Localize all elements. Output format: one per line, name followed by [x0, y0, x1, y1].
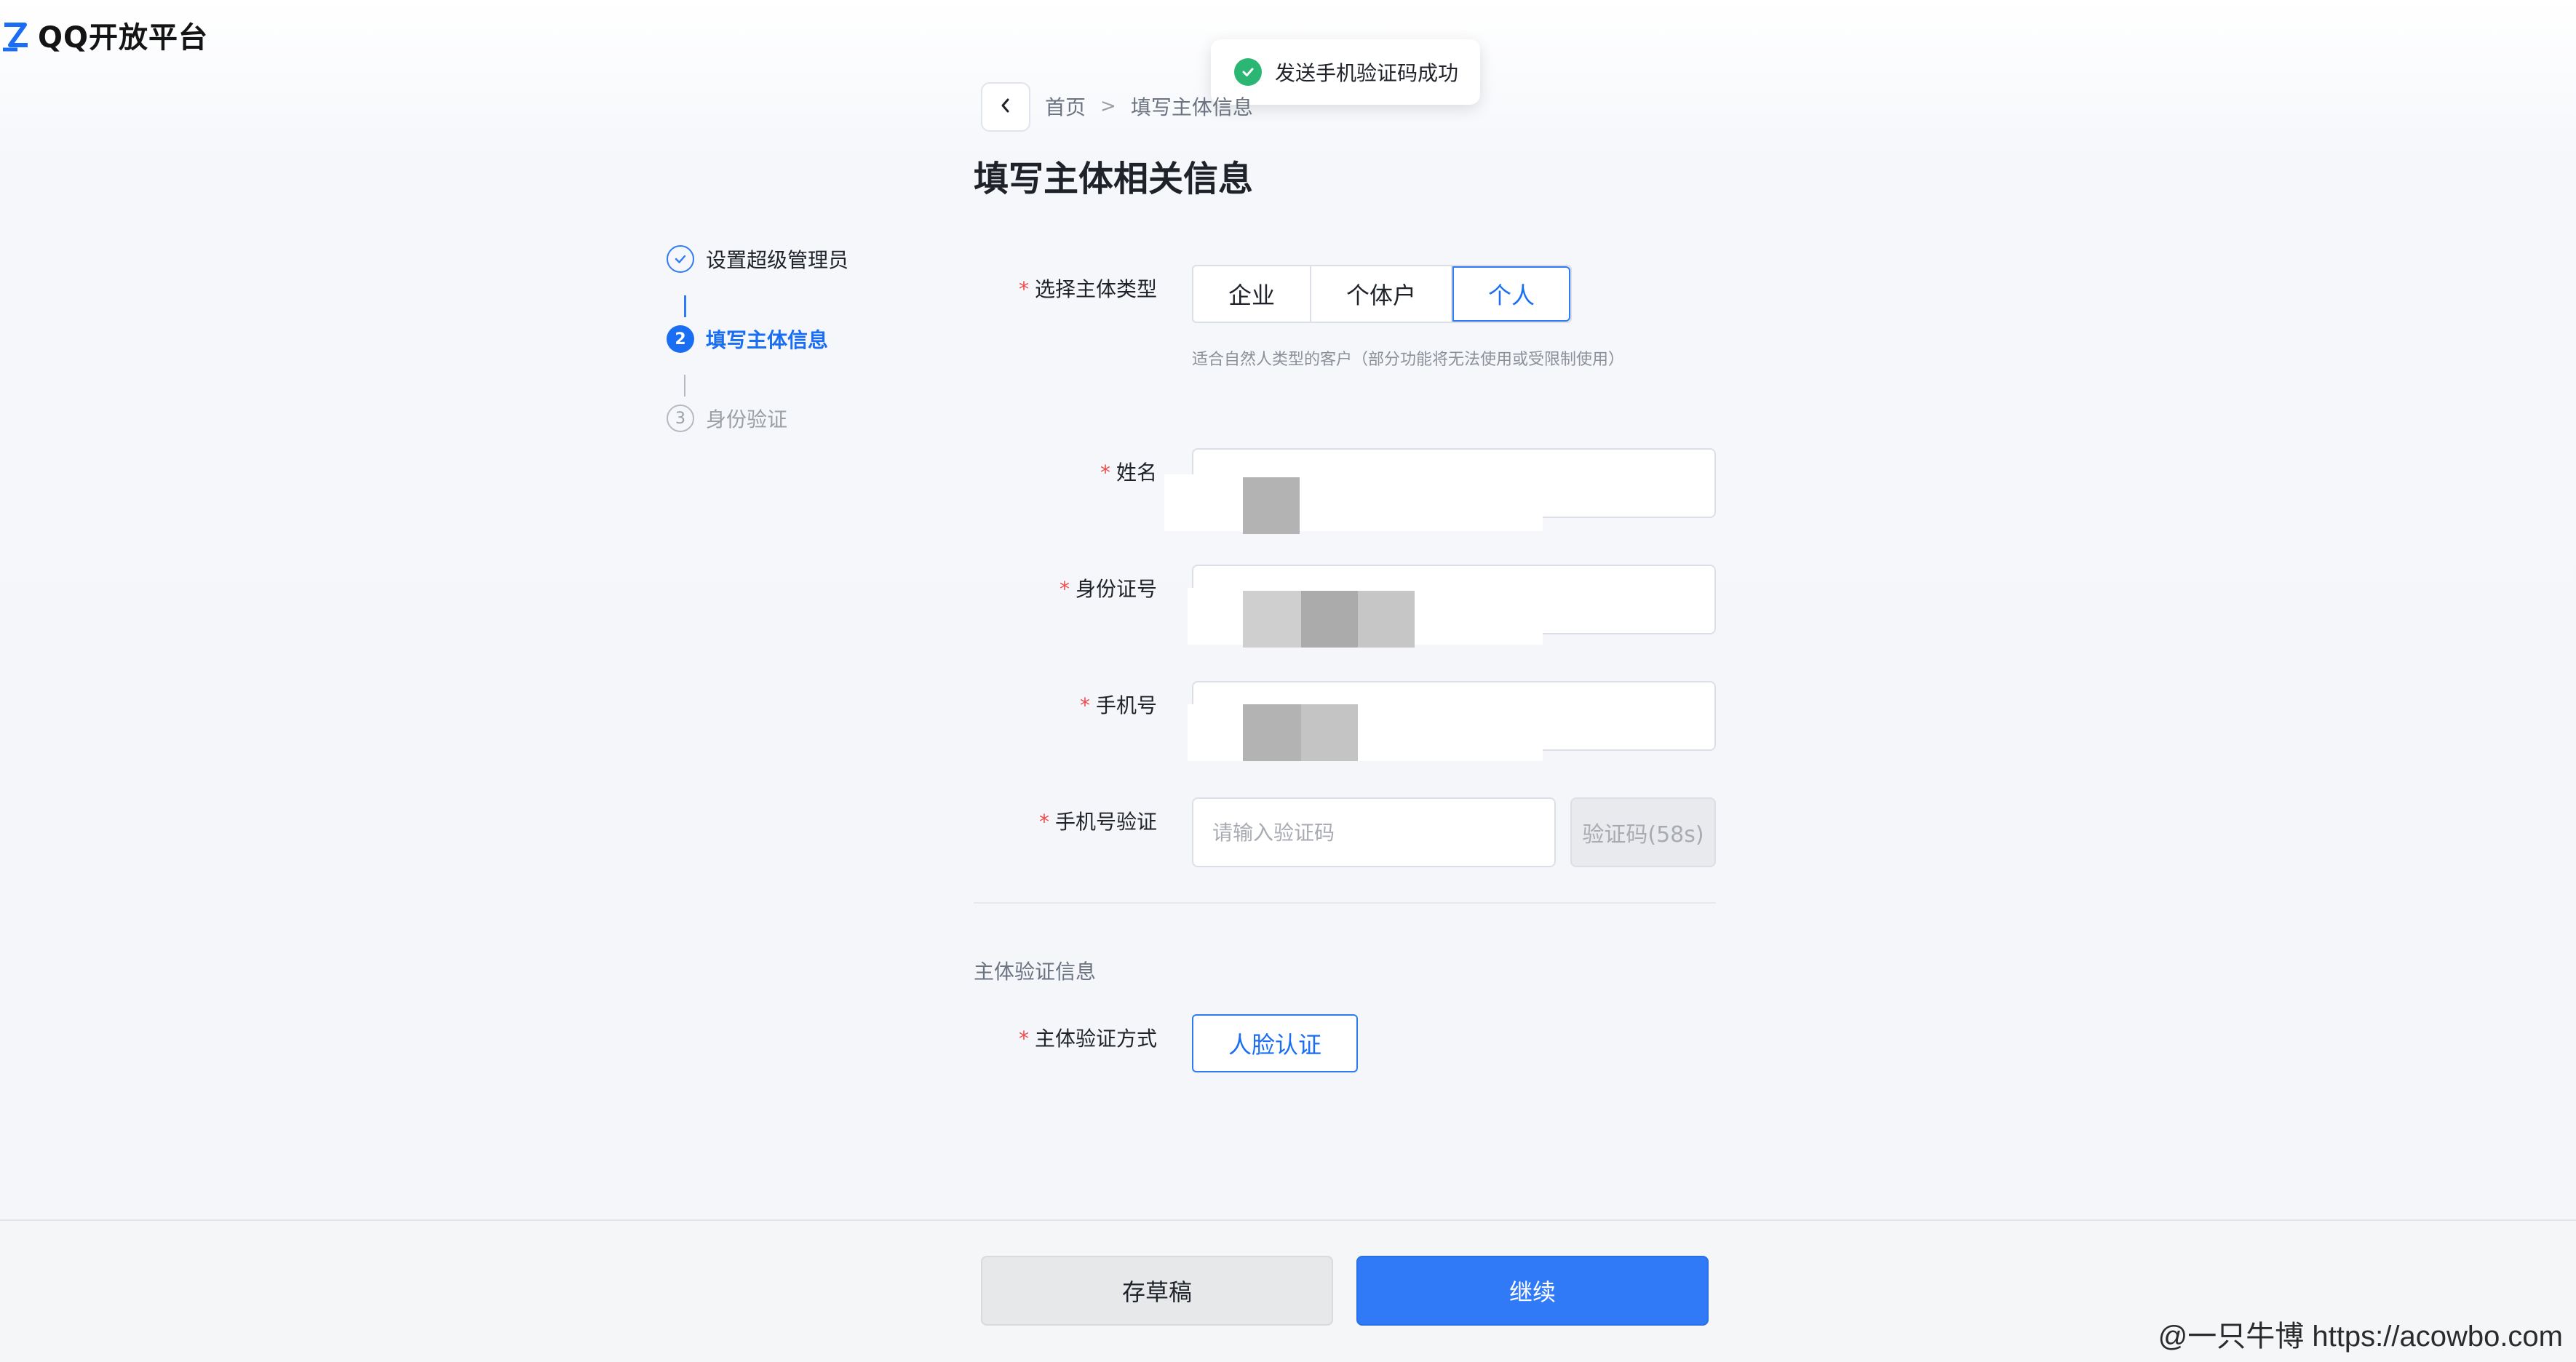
required-mark: * — [1018, 277, 1029, 301]
step-identity-verify: 3 身份验证 — [667, 404, 787, 433]
step-label: 填写主体信息 — [706, 328, 829, 352]
save-draft-button[interactable]: 存草稿 — [981, 1256, 1333, 1326]
watermark-text: @一只牛博 https://acowbo.com — [2158, 1321, 2563, 1353]
qq-logo-icon — [0, 15, 31, 55]
step-number: 2 — [667, 325, 694, 353]
step-label: 设置超级管理员 — [706, 248, 849, 272]
app-logo[interactable]: QQ开放平台 — [0, 13, 208, 57]
step-fill-entity: 2 填写主体信息 — [667, 324, 828, 354]
footer-divider — [0, 1219, 2576, 1221]
step-label: 身份验证 — [706, 407, 788, 431]
entity-type-selector[interactable]: 企业 个体户 个人 — [1192, 265, 1572, 323]
check-icon — [667, 245, 694, 273]
verify-method-label: * 主体验证方式 — [1018, 1027, 1157, 1051]
id-number-field[interactable] — [1188, 565, 1716, 648]
phone-field[interactable] — [1188, 681, 1716, 761]
check-circle-icon — [1234, 58, 1262, 86]
masked-region — [1164, 474, 1543, 531]
entity-type-hint: 适合自然人类型的客户（部分功能将无法使用或受限制使用） — [1192, 351, 1625, 369]
id-number-label: * 身份证号 — [1059, 577, 1157, 601]
face-verify-option[interactable]: 人脸认证 — [1192, 1014, 1358, 1072]
get-code-button[interactable]: 验证码(58s) — [1570, 797, 1716, 867]
entity-type-label: * 选择主体类型 — [1018, 277, 1157, 301]
option-personal[interactable]: 个人 — [1452, 266, 1570, 322]
section-divider — [974, 902, 1716, 904]
breadcrumb-current: 填写主体信息 — [1130, 95, 1253, 119]
masked-region — [1301, 591, 1358, 648]
logo-text: QQ开放平台 — [38, 21, 209, 55]
masked-region — [1243, 477, 1300, 534]
continue-button[interactable]: 继续 — [1356, 1256, 1709, 1326]
step-number: 3 — [667, 405, 694, 432]
breadcrumb-separator: > — [1100, 95, 1116, 117]
masked-region — [1243, 704, 1301, 761]
breadcrumb: 首页 > 填写主体信息 — [1045, 92, 1253, 121]
masked-region — [1188, 704, 1543, 761]
masked-region — [1301, 704, 1358, 761]
name-field[interactable] — [1164, 448, 1716, 534]
phone-label: * 手机号 — [1079, 693, 1157, 717]
verification-code-input[interactable] — [1192, 797, 1556, 867]
section-title: 主体验证信息 — [974, 960, 1097, 984]
step-connector — [684, 295, 686, 317]
toast-message: 发送手机验证码成功 — [1275, 61, 1459, 85]
breadcrumb-home[interactable]: 首页 — [1045, 92, 1086, 121]
step-set-admin: 设置超级管理员 — [667, 244, 848, 274]
masked-region — [1358, 591, 1415, 648]
step-connector — [684, 375, 685, 397]
back-button[interactable] — [981, 82, 1030, 132]
option-individual-business[interactable]: 个体户 — [1311, 266, 1452, 322]
masked-region — [1243, 591, 1301, 648]
page-title: 填写主体相关信息 — [974, 159, 1254, 199]
chevron-left-icon — [998, 97, 1013, 117]
phone-verify-label: * 手机号验证 — [1038, 810, 1157, 834]
name-label: * 姓名 — [1100, 461, 1157, 485]
option-enterprise[interactable]: 企业 — [1193, 266, 1311, 322]
